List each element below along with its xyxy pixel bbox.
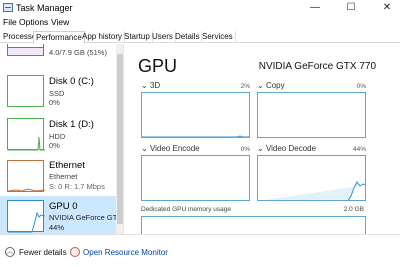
sidebar-item-value: S: 0 R: 1.7 Mbps — [49, 182, 105, 191]
task-manager-icon — [3, 3, 13, 12]
gpu-thumbnail — [7, 200, 45, 233]
tab-users[interactable]: Users — [150, 31, 176, 43]
chevron-up-icon[interactable]: ︿ — [5, 247, 15, 257]
graph-label: Video Decode — [265, 144, 317, 153]
graph-video-encode — [141, 155, 250, 201]
sidebar-memory-usage: 4.0/7.9 GB (51%) — [49, 48, 107, 57]
memory-usage-size: 2.0 GB — [343, 206, 364, 213]
gpu-detail-panel: GPU NVIDIA GeForce GTX 770 ⌄ 3D 2% ⌄ Cop… — [124, 44, 400, 236]
sidebar-item-type: SSD — [49, 89, 65, 98]
tab-app-history[interactable]: App history — [80, 31, 126, 43]
sidebar-scrollbar[interactable] — [116, 44, 123, 234]
sidebar-item-memory[interactable]: 4.0/7.9 GB (51%) — [0, 44, 116, 60]
graph-label: Copy — [265, 81, 285, 90]
sidebar-item-label: Disk 1 (D:) — [49, 119, 94, 130]
graph-video-encode-selector[interactable]: ⌄ Video Encode — [141, 144, 200, 153]
tab-bar: Processes Performance App history Startu… — [0, 31, 400, 44]
sidebar-item-label: Ethernet — [49, 160, 85, 171]
graph-copy-percent: 0% — [356, 83, 366, 90]
graph-video-decode-percent: 44% — [352, 146, 366, 153]
sidebar-item-type: NVIDIA GeForce GTX — [49, 213, 123, 222]
sidebar-item-gpu-0[interactable]: GPU 0 NVIDIA GeForce GTX 44% — [0, 196, 122, 234]
sidebar-item-disk-0[interactable]: Disk 0 (C:) SSD 0% — [0, 71, 116, 111]
sidebar-item-value: 44% — [49, 223, 65, 232]
menu-file[interactable]: File — [3, 17, 17, 27]
graph-copy — [257, 92, 366, 138]
close-button[interactable]: ✕ — [378, 2, 396, 14]
menu-options[interactable]: Options — [19, 17, 48, 27]
tab-performance[interactable]: Performance — [33, 31, 85, 44]
minimize-button[interactable]: — — [306, 2, 324, 14]
graph-video-decode — [257, 155, 366, 201]
title-bar: Task Manager — ☐ ✕ — [0, 0, 400, 16]
memory-thumbnail — [7, 44, 44, 56]
graph-copy-selector[interactable]: ⌄ Copy — [257, 81, 285, 90]
gpu-model-name: NVIDIA GeForce GTX 770 — [258, 61, 376, 72]
scrollbar-thumb[interactable] — [117, 54, 123, 224]
tab-services[interactable]: Services — [200, 31, 236, 43]
sidebar-item-value: 0% — [49, 98, 60, 107]
graph-3d-percent: 2% — [240, 83, 250, 90]
open-resource-monitor-link[interactable]: Open Resource Monitor — [83, 248, 168, 257]
graph-label: 3D — [149, 81, 161, 90]
page-title: GPU — [138, 56, 178, 76]
sidebar-item-type: HDD — [49, 132, 66, 141]
sidebar-item-ethernet[interactable]: Ethernet Ethernet S: 0 R: 1.7 Mbps — [0, 157, 116, 197]
sidebar-item-label: Disk 0 (C:) — [49, 76, 94, 87]
window-title: Task Manager — [16, 3, 73, 13]
resource-monitor-icon[interactable] — [70, 247, 80, 257]
graph-3d-selector[interactable]: ⌄ 3D — [141, 81, 160, 90]
memory-usage-label: Dedicated GPU memory usage — [141, 206, 231, 213]
graph-3d — [141, 92, 250, 138]
maximize-button[interactable]: ☐ — [342, 2, 360, 14]
footer-bar: ︿ Fewer details Open Resource Monitor — [0, 234, 400, 267]
sidebar-item-value: 0% — [49, 141, 60, 150]
menu-view[interactable]: View — [51, 17, 69, 27]
tab-startup[interactable]: Startup — [122, 31, 153, 43]
resource-sidebar: 4.0/7.9 GB (51%) Disk 0 (C:) SSD 0% Disk… — [0, 44, 124, 234]
ethernet-thumbnail — [7, 160, 45, 192]
graph-video-decode-selector[interactable]: ⌄ Video Decode — [257, 144, 316, 153]
sidebar-item-label: GPU 0 — [49, 201, 78, 212]
graph-video-encode-percent: 0% — [240, 146, 250, 153]
graph-label: Video Encode — [149, 144, 200, 153]
disk-0-thumbnail — [7, 75, 44, 107]
tab-details[interactable]: Details — [173, 31, 203, 43]
fewer-details-button[interactable]: Fewer details — [19, 248, 67, 257]
sidebar-item-disk-1[interactable]: Disk 1 (D:) HDD 0% — [0, 114, 116, 154]
disk-1-thumbnail — [7, 118, 45, 151]
memory-usage-graph — [141, 216, 366, 236]
sidebar-item-type: Ethernet — [49, 172, 78, 181]
